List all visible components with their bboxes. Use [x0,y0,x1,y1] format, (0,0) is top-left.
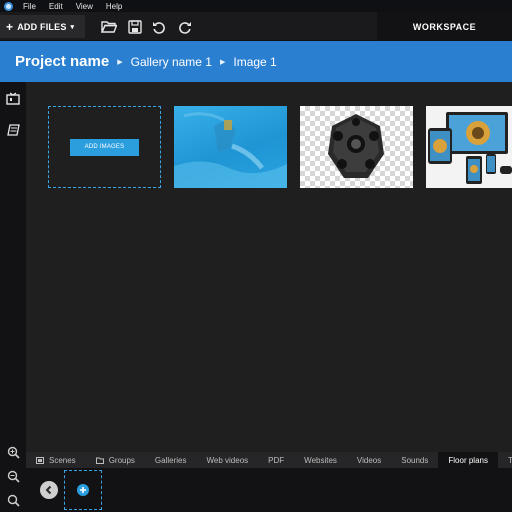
app-logo-icon [4,1,13,11]
left-sidebar [0,82,26,512]
tab-scenes-label: Scenes [49,455,76,465]
undo-icon[interactable] [150,18,168,36]
thumbnail-360-camera[interactable] [300,106,413,188]
menu-edit[interactable]: Edit [49,2,63,11]
save-icon[interactable] [126,18,144,36]
image-gallery: ADD IMAGES [26,82,512,452]
breadcrumb: Project name ▶ Gallery name 1 ▶ Image 1 [0,41,512,82]
breadcrumb-image[interactable]: Image 1 [233,55,276,69]
zoom-in-icon[interactable] [5,444,21,460]
tab-tim[interactable]: Tim [498,452,512,468]
content-tabs: Scenes Groups Galleries Web videos PDF W… [26,452,512,468]
book-icon[interactable] [5,122,21,138]
tab-scenes[interactable]: Scenes [26,452,86,468]
previous-button[interactable] [40,481,58,499]
breadcrumb-gallery[interactable]: Gallery name 1 [131,55,212,69]
chevron-right-icon: ▶ [219,58,226,66]
thumbnail-underwater[interactable] [174,106,287,188]
zoom-out-icon[interactable] [5,468,21,484]
tab-groups-label: Groups [108,455,135,465]
chevron-left-icon [45,485,52,495]
breadcrumb-project[interactable]: Project name [15,53,109,70]
add-files-label: ADD FILES [17,21,67,32]
tab-web-videos[interactable]: Web videos [197,452,259,468]
add-files-button[interactable]: + ADD FILES ▾ [0,15,85,38]
scene-strip [26,468,512,512]
add-images-button[interactable]: ADD IMAGES [70,138,139,156]
zoom-fit-icon[interactable] [5,492,21,508]
tab-videos[interactable]: Videos [347,452,391,468]
toolbar: + ADD FILES ▾ WORKSPACE [0,12,512,41]
open-folder-icon[interactable] [100,18,118,36]
tab-sounds[interactable]: Sounds [391,452,438,468]
tab-pdf[interactable]: PDF [258,452,294,468]
folder-icon [95,457,104,464]
tab-websites[interactable]: Websites [294,452,347,468]
chevron-down-icon: ▾ [70,23,75,31]
scenes-icon [36,456,44,464]
tab-floor-plans[interactable]: Floor plans [438,452,498,468]
menu-view[interactable]: View [76,2,93,11]
tab-galleries[interactable]: Galleries [145,452,197,468]
thumbnail-devices[interactable] [426,106,512,188]
media-panel-icon[interactable] [5,90,21,106]
menu-help[interactable]: Help [106,2,122,11]
plus-icon: + [6,19,14,34]
menu-file[interactable]: File [23,2,36,11]
chevron-right-icon: ▶ [117,58,123,66]
redo-icon[interactable] [176,18,194,36]
tab-groups[interactable]: Groups [86,452,145,468]
add-circle-icon [77,484,89,496]
menubar: File Edit View Help [0,0,512,12]
workspace-tab[interactable]: WORKSPACE [377,12,512,41]
add-images-dropzone[interactable]: ADD IMAGES [48,106,161,188]
add-scene-button[interactable] [64,470,102,510]
